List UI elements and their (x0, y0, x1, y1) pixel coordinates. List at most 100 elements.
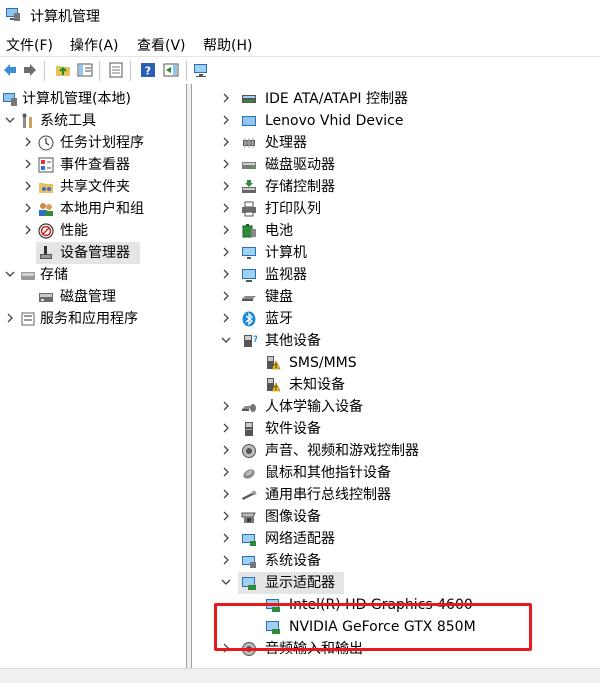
menu-view[interactable]: 查看(V) (137, 35, 186, 55)
chevron-down-icon[interactable] (4, 268, 16, 280)
display-adapter-icon (241, 575, 257, 591)
device-lenovo-vhid[interactable]: Lenovo Vhid Device (192, 110, 600, 132)
device-unknown[interactable]: 未知设备 (192, 374, 600, 396)
menu-help[interactable]: 帮助(H) (203, 35, 252, 55)
device-hid[interactable]: 人体学输入设备 (192, 396, 600, 418)
back-arrow-icon[interactable] (2, 62, 18, 78)
chevron-right-icon[interactable] (220, 554, 232, 566)
device-computer[interactable]: 计算机 (192, 242, 600, 264)
device-processors[interactable]: 处理器 (192, 132, 600, 154)
menu-file[interactable]: 文件(F) (6, 35, 53, 55)
device-batteries[interactable]: 电池 (192, 220, 600, 242)
device-sms-mms[interactable]: SMS/MMS (192, 352, 600, 374)
chevron-right-icon[interactable] (220, 268, 232, 280)
chevron-right-icon[interactable] (220, 400, 232, 412)
chevron-right-icon[interactable] (220, 444, 232, 456)
chevron-right-icon[interactable] (220, 114, 232, 126)
device-usb[interactable]: 通用串行总线控制器 (192, 484, 600, 506)
properties-icon[interactable] (108, 62, 124, 78)
chevron-right-icon[interactable] (22, 158, 34, 170)
device-disk-drives[interactable]: 磁盘驱动器 (192, 154, 600, 176)
chevron-right-icon[interactable] (4, 312, 16, 324)
device-label: 人体学输入设备 (265, 399, 363, 415)
forward-arrow-icon[interactable] (22, 62, 38, 78)
help-icon[interactable]: ? (140, 62, 156, 78)
chevron-right-icon[interactable] (22, 202, 34, 214)
tree-item-shared-folders[interactable]: 共享文件夹 (0, 176, 186, 198)
device-system[interactable]: 系统设备 (192, 550, 600, 572)
device-label: 通用串行总线控制器 (265, 487, 391, 503)
device-label: 磁盘驱动器 (265, 157, 335, 173)
action-pane-icon[interactable] (163, 62, 179, 78)
event-viewer-icon (38, 157, 54, 173)
chevron-right-icon[interactable] (220, 312, 232, 324)
device-print-queues[interactable]: 打印队列 (192, 198, 600, 220)
chevron-right-icon[interactable] (22, 136, 34, 148)
menu-action[interactable]: 操作(A) (70, 35, 119, 55)
device-display-adapters[interactable]: 显示适配器 (192, 572, 600, 594)
chevron-right-icon[interactable] (220, 290, 232, 302)
chevron-right-icon[interactable] (220, 246, 232, 258)
tree-item-storage[interactable]: 存储 (0, 264, 186, 286)
tree-item-label: 共享文件夹 (60, 179, 130, 195)
chevron-right-icon[interactable] (220, 422, 232, 434)
up-folder-icon[interactable] (55, 62, 71, 78)
chevron-down-icon[interactable] (220, 576, 232, 588)
device-keyboards[interactable]: 键盘 (192, 286, 600, 308)
device-storage-controllers[interactable]: 存储控制器 (192, 176, 600, 198)
device-label: 系统设备 (265, 553, 321, 569)
status-bar (0, 668, 600, 683)
device-label: IDE ATA/ATAPI 控制器 (265, 91, 409, 107)
device-software[interactable]: 软件设备 (192, 418, 600, 440)
tree-item-disk-management[interactable]: 磁盘管理 (0, 286, 186, 308)
device-list: IDE ATA/ATAPI 控制器 Lenovo Vhid Device 处理器… (191, 84, 600, 668)
tree-item-label: 本地用户和组 (60, 201, 144, 217)
tree-root[interactable]: 计算机管理(本地) (0, 88, 186, 110)
chevron-right-icon[interactable] (220, 224, 232, 236)
device-imaging[interactable]: 图像设备 (192, 506, 600, 528)
scan-hardware-icon[interactable] (193, 62, 209, 78)
chevron-right-icon[interactable] (220, 202, 232, 214)
chevron-right-icon[interactable] (22, 224, 34, 236)
chevron-right-icon[interactable] (220, 510, 232, 522)
chevron-right-icon[interactable] (220, 466, 232, 478)
show-hide-tree-icon[interactable] (77, 62, 93, 78)
tree-item-device-manager[interactable]: 设备管理器 (36, 242, 140, 264)
tree-item-local-users[interactable]: 本地用户和组 (0, 198, 186, 220)
window-title: 计算机管理 (30, 9, 100, 25)
toolbar: ? (0, 56, 600, 85)
device-mice[interactable]: 鼠标和其他指针设备 (192, 462, 600, 484)
device-label: 键盘 (265, 289, 293, 305)
system-tools-icon (20, 113, 36, 129)
chevron-down-icon[interactable] (220, 334, 232, 346)
tree-item-task-scheduler[interactable]: 任务计划程序 (0, 132, 186, 154)
device-other[interactable]: ? 其他设备 (192, 330, 600, 352)
chevron-right-icon[interactable] (220, 532, 232, 544)
tree-item-performance[interactable]: 性能 (0, 220, 186, 242)
device-bluetooth[interactable]: 蓝牙 (192, 308, 600, 330)
tree-item-system-tools[interactable]: 系统工具 (0, 110, 186, 132)
tree-item-event-viewer[interactable]: 事件查看器 (0, 154, 186, 176)
chevron-down-icon[interactable] (4, 114, 16, 126)
device-network[interactable]: 网络适配器 (192, 528, 600, 550)
chevron-right-icon[interactable] (220, 488, 232, 500)
services-icon (20, 311, 36, 327)
device-monitors[interactable]: 监视器 (192, 264, 600, 286)
device-ide-ata[interactable]: IDE ATA/ATAPI 控制器 (192, 88, 600, 110)
device-label: SMS/MMS (289, 355, 357, 371)
computer-management-icon (5, 6, 21, 22)
mouse-icon (241, 465, 257, 481)
warning-device-icon (265, 377, 281, 393)
clock-icon (38, 135, 54, 151)
speaker-icon (241, 443, 257, 459)
device-sound[interactable]: 声音、视频和游戏控制器 (192, 440, 600, 462)
chevron-right-icon[interactable] (22, 180, 34, 192)
chevron-right-icon[interactable] (220, 180, 232, 192)
chevron-right-icon[interactable] (220, 158, 232, 170)
tree-item-services-apps[interactable]: 服务和应用程序 (0, 308, 186, 330)
device-label: 网络适配器 (265, 531, 335, 547)
chevron-right-icon[interactable] (220, 92, 232, 104)
chevron-right-icon[interactable] (220, 136, 232, 148)
device-label: 蓝牙 (265, 311, 293, 327)
processor-icon (241, 135, 257, 151)
